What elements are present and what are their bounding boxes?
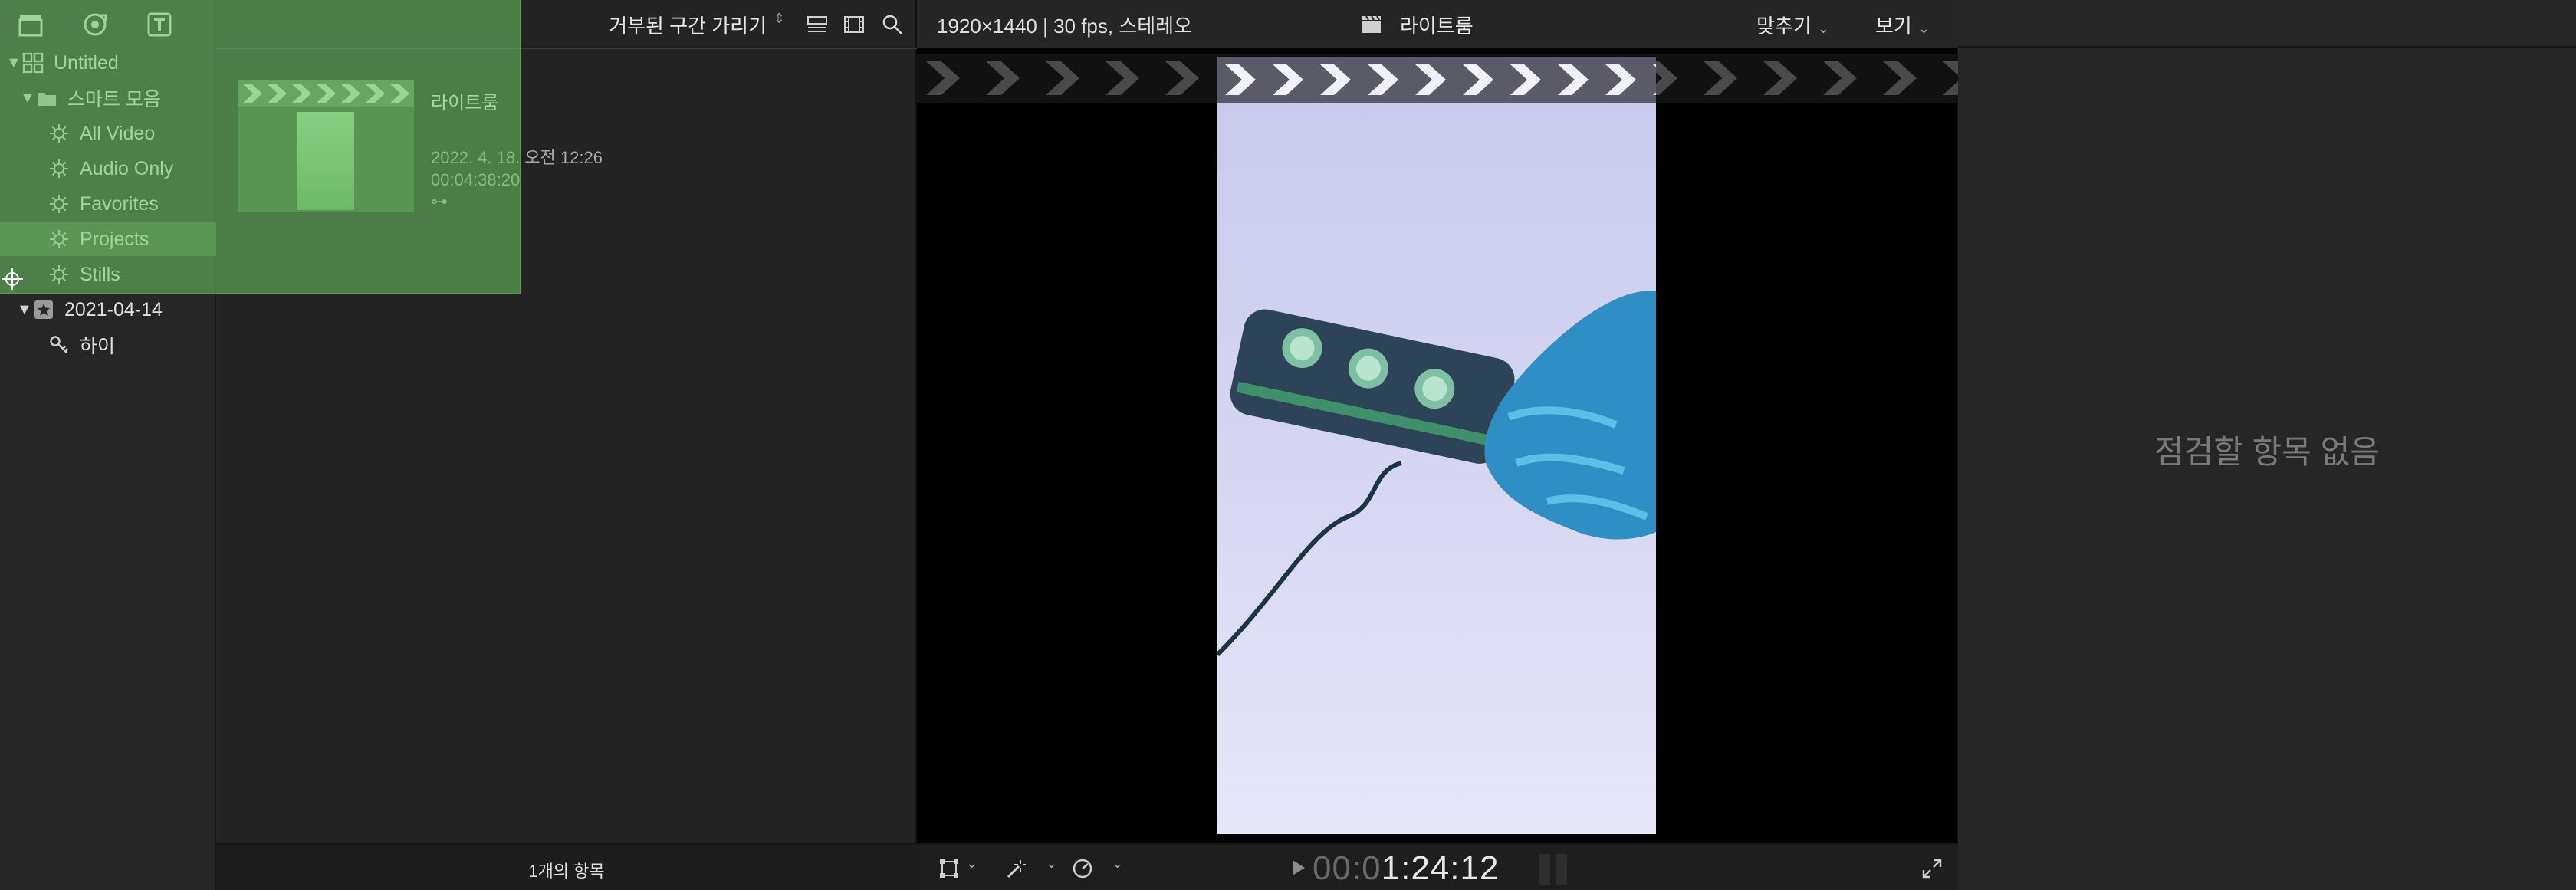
clapperboard-icon bbox=[1362, 15, 1381, 33]
timecode-value: 1:24:12 bbox=[1381, 849, 1500, 887]
viewer-bottom-bar: ⌄ ⌄ ⌄ 00:01:24:12 bbox=[917, 843, 1958, 890]
item-count: 1개의 항목 bbox=[528, 862, 605, 881]
sidebar-item-label: Audio Only bbox=[80, 157, 174, 179]
sidebar-toolbar bbox=[0, 0, 216, 49]
inspector-pane: 점검할 항목 없음 bbox=[1958, 0, 2576, 890]
event-star-icon bbox=[32, 298, 55, 321]
video-image bbox=[1217, 103, 1656, 834]
sidebar-item-all-video[interactable]: All Video bbox=[0, 117, 216, 150]
event-row[interactable]: ▼ 2021-04-14 bbox=[0, 293, 216, 327]
updown-chevron-icon[interactable]: ⇕ bbox=[774, 11, 785, 27]
disclosure-triangle-icon[interactable]: ▼ bbox=[6, 54, 21, 72]
filmstrip-view-icon[interactable] bbox=[840, 11, 868, 38]
inspector-toolbar bbox=[1958, 0, 2576, 48]
clip-keyword-icon: ⊶ bbox=[431, 192, 448, 211]
inspector-empty-message: 점검할 항목 없음 bbox=[2154, 434, 2380, 470]
library-name: Untitled bbox=[54, 51, 119, 74]
library-row[interactable]: ▼ Untitled bbox=[0, 46, 216, 80]
chevron-down-icon: ⌄ bbox=[1817, 21, 1829, 36]
list-view-icon[interactable] bbox=[803, 11, 831, 38]
disclosure-triangle-icon[interactable]: ▼ bbox=[20, 90, 35, 107]
format-info: 1920×1440 | 30 fps, 스테레오 bbox=[937, 15, 1193, 38]
browser-pane: 거부된 구간 가리기 ⇕ 라이트룸 2022. 4. 18. 오전 12:26 … bbox=[216, 0, 917, 890]
event-name: 2021-04-14 bbox=[64, 298, 163, 320]
keyword-collection-row[interactable]: 하이 bbox=[0, 328, 216, 362]
clip-preview-image bbox=[297, 112, 354, 210]
library-icon bbox=[21, 51, 44, 74]
smart-collection-gear-icon bbox=[48, 263, 71, 286]
timecode-display[interactable]: 00:01:24:12 bbox=[1313, 849, 1499, 888]
smart-collection-gear-icon bbox=[48, 157, 71, 180]
clip-title[interactable]: 라이트룸 bbox=[431, 87, 498, 114]
viewer-pane: 1920×1440 | 30 fps, 스테레오 라이트룸 맞추기 ⌄ 보기 ⌄ bbox=[917, 0, 1958, 890]
view-label: 보기 bbox=[1875, 15, 1912, 38]
search-icon[interactable] bbox=[879, 11, 906, 38]
sidebar-item-audio-only[interactable]: Audio Only bbox=[0, 152, 216, 186]
sidebar-item-projects[interactable]: Projects bbox=[0, 222, 216, 256]
transform-icon[interactable] bbox=[935, 856, 963, 882]
chevron-down-icon[interactable]: ⌄ bbox=[1112, 856, 1123, 872]
key-icon bbox=[48, 333, 71, 356]
libraries-sidebar: ▼ Untitled ▼ 스마트 모음 All Video Audio Only… bbox=[0, 0, 216, 890]
chevron-down-icon: ⌄ bbox=[1917, 21, 1930, 36]
clapper-stripes bbox=[238, 80, 414, 107]
smart-collection-gear-icon bbox=[48, 228, 71, 251]
smart-collections-row[interactable]: ▼ 스마트 모음 bbox=[0, 81, 216, 115]
clip-filter-menu[interactable]: 거부된 구간 가리기 bbox=[609, 11, 767, 39]
clip-date: 2022. 4. 18. 오전 12:26 bbox=[431, 148, 603, 167]
sidebar-item-stills[interactable]: Stills bbox=[0, 258, 216, 291]
sidebar-item-label: Projects bbox=[80, 228, 150, 250]
clip-duration: 00:04:38:20 bbox=[431, 170, 521, 189]
zoom-fit-label: 맞추기 bbox=[1756, 15, 1812, 38]
chevron-down-icon[interactable]: ⌄ bbox=[966, 856, 978, 872]
timecode-dim-part: 00:0 bbox=[1313, 849, 1382, 887]
zoom-fit-menu[interactable]: 맞추기 ⌄ bbox=[1756, 11, 1829, 39]
retime-speed-icon[interactable] bbox=[1069, 856, 1096, 882]
libraries-icon[interactable] bbox=[14, 8, 48, 41]
chevron-down-icon[interactable]: ⌄ bbox=[1046, 856, 1057, 872]
viewer-title: 라이트룸 bbox=[1400, 15, 1474, 38]
crosshair-cursor-icon bbox=[2, 268, 23, 290]
magic-wand-icon[interactable] bbox=[1001, 856, 1029, 882]
folder-icon bbox=[35, 87, 58, 110]
viewer-toolbar: 1920×1440 | 30 fps, 스테레오 라이트룸 맞추기 ⌄ 보기 ⌄ bbox=[917, 0, 1958, 48]
play-icon[interactable] bbox=[1290, 857, 1308, 879]
titles-generators-icon[interactable] bbox=[143, 8, 176, 41]
sidebar-item-label: Favorites bbox=[80, 192, 159, 215]
video-frame[interactable] bbox=[1217, 57, 1656, 834]
browser-toolbar: 거부된 구간 가리기 ⇕ bbox=[216, 0, 917, 49]
clip-thumbnail[interactable] bbox=[238, 80, 414, 212]
smart-collection-gear-icon bbox=[48, 192, 71, 215]
smart-collections-label: 스마트 모음 bbox=[67, 89, 161, 110]
fullscreen-expand-icon[interactable] bbox=[1918, 856, 1946, 882]
sidebar-item-label: All Video bbox=[80, 122, 156, 144]
view-menu[interactable]: 보기 ⌄ bbox=[1875, 11, 1930, 39]
audio-meters bbox=[1539, 854, 1570, 885]
clapper-strip bbox=[1217, 57, 1656, 103]
keyword-label: 하이 bbox=[80, 336, 116, 357]
sidebar-item-favorites[interactable]: Favorites bbox=[0, 187, 216, 221]
sidebar-item-label: Stills bbox=[80, 263, 120, 285]
photos-audio-icon[interactable] bbox=[78, 8, 112, 41]
browser-footer: 1개의 항목 bbox=[216, 843, 917, 890]
disclosure-triangle-icon[interactable]: ▼ bbox=[17, 301, 32, 319]
smart-collection-gear-icon bbox=[48, 122, 71, 145]
